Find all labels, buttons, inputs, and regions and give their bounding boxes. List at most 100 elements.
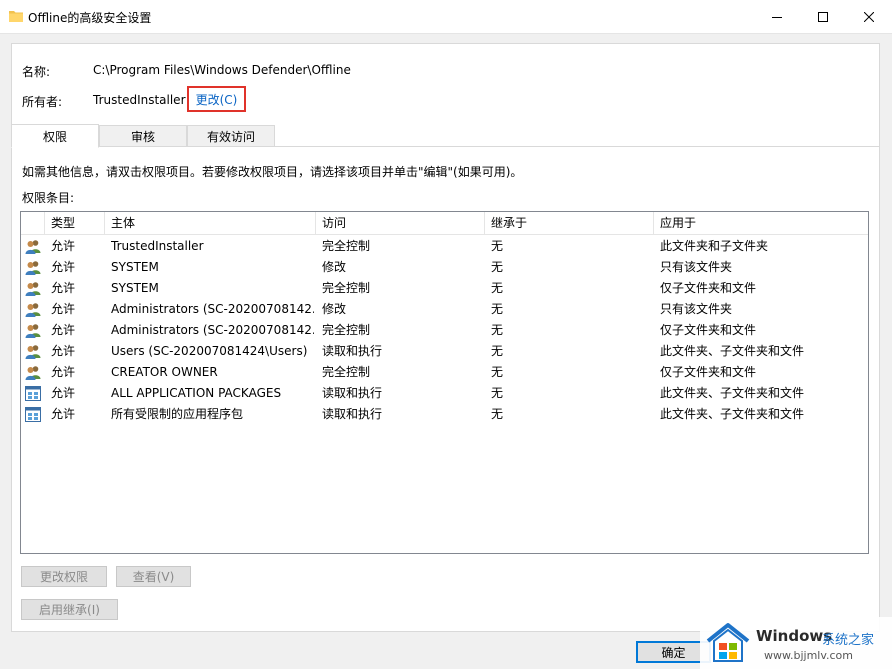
enable-inheritance-button[interactable]: 启用继承(I)	[21, 599, 118, 620]
permission-entries-list[interactable]: 类型 主体 访问 继承于 应用于 允许 TrustedInstaller 完全控制无…	[20, 211, 869, 554]
table-row[interactable]: 允许 Users (SC-202007081424\Users) 读取和执行 无 此文件…	[21, 341, 868, 362]
cell-applies-to: 仅子文件夹和文件	[660, 281, 757, 295]
cell-principal: 所有受限制的应用程序包	[111, 407, 244, 421]
cell-applies-to: 仅子文件夹和文件	[660, 323, 757, 337]
tab-label: 权限	[42, 129, 67, 144]
cell-principal: Administrators (SC-20200708142...	[111, 323, 314, 337]
cell-inherited-from: 无	[491, 407, 504, 421]
users-icon	[25, 239, 41, 254]
name-value: C:\Program Files\Windows Defender\Offlin…	[93, 63, 351, 77]
cell-type: 允许	[51, 281, 76, 295]
table-row[interactable]: 允许 SYSTEM 完全控制 无 仅子文件夹和文件	[21, 278, 868, 299]
watermark: Windows 系统之家 www.bjjmlv.com	[700, 617, 892, 669]
column-header-access[interactable]: 访问	[316, 212, 485, 235]
cell-applies-to: 只有该文件夹	[660, 260, 733, 274]
name-label: 名称:	[22, 65, 51, 79]
table-row[interactable]: 允许 SYSTEM 修改 无 只有该文件夹	[21, 257, 868, 278]
cell-type: 允许	[51, 323, 76, 337]
users-icon	[25, 323, 41, 338]
folder-icon	[9, 10, 23, 22]
tab-permissions[interactable]: 权限	[11, 124, 99, 148]
cell-inherited-from: 无	[491, 386, 504, 400]
close-icon	[864, 12, 874, 22]
column-header-icon	[21, 212, 45, 235]
column-header-type[interactable]: 类型	[45, 212, 105, 235]
column-header-principal[interactable]: 主体	[105, 212, 316, 235]
cell-principal: SYSTEM	[111, 281, 159, 295]
close-button[interactable]	[846, 0, 892, 34]
instruction-text: 如需其他信息，请双击权限项目。若要修改权限项目，请选择该项目并单击"编辑"(如果…	[22, 165, 523, 179]
table-row[interactable]: 允许 Administrators (SC-20200708142... 完全控制 无…	[21, 320, 868, 341]
cell-inherited-from: 无	[491, 260, 504, 274]
table-row[interactable]: 允许 所有受限制的应用程序包 读取和执行 无 此文件夹、子文件夹和文件	[21, 404, 868, 425]
users-icon	[25, 302, 41, 317]
watermark-brand: Windows	[756, 627, 833, 645]
change-permissions-button[interactable]: 更改权限	[21, 566, 107, 587]
cell-applies-to: 此文件夹、子文件夹和文件	[660, 344, 805, 358]
cell-inherited-from: 无	[491, 302, 504, 316]
table-row[interactable]: 允许 TrustedInstaller 完全控制 无 此文件夹和子文件夹	[21, 236, 868, 257]
cell-type: 允许	[51, 239, 76, 253]
cell-type: 允许	[51, 260, 76, 274]
table-row[interactable]: 允许 ALL APPLICATION PACKAGES 读取和执行 无 此文件夹、子文件…	[21, 383, 868, 404]
tab-effective-access[interactable]: 有效访问	[187, 125, 275, 147]
owner-label: 所有者:	[22, 95, 63, 109]
change-owner-link[interactable]: 更改(C)	[187, 86, 246, 112]
minimize-icon	[772, 12, 782, 22]
cell-applies-to: 只有该文件夹	[660, 302, 733, 316]
cell-principal: ALL APPLICATION PACKAGES	[111, 386, 282, 400]
list-header: 类型 主体 访问 继承于 应用于	[21, 212, 868, 235]
cell-inherited-from: 无	[491, 323, 504, 337]
users-icon	[25, 281, 41, 296]
maximize-button[interactable]	[800, 0, 846, 34]
cell-type: 允许	[51, 386, 76, 400]
cell-access: 读取和执行	[322, 386, 383, 400]
window-title: Offline的高级安全设置	[28, 11, 152, 25]
tab-auditing[interactable]: 审核	[99, 125, 187, 147]
title-bar: Offline的高级安全设置	[0, 0, 892, 34]
cell-access: 修改	[322, 302, 347, 316]
tab-label: 审核	[130, 129, 155, 144]
cell-principal: SYSTEM	[111, 260, 159, 274]
entries-label: 权限条目:	[22, 191, 75, 205]
maximize-icon	[818, 12, 828, 22]
tab-label: 有效访问	[206, 129, 255, 144]
cell-applies-to: 此文件夹、子文件夹和文件	[660, 386, 805, 400]
cell-inherited-from: 无	[491, 281, 504, 295]
cell-principal: CREATOR OWNER	[111, 365, 218, 379]
cell-principal: Administrators (SC-20200708142...	[111, 302, 314, 316]
cell-principal: TrustedInstaller	[111, 239, 204, 253]
cell-principal: Users (SC-202007081424\Users)	[111, 344, 308, 358]
cell-access: 读取和执行	[322, 407, 383, 421]
cell-applies-to: 此文件夹和子文件夹	[660, 239, 769, 253]
minimize-button[interactable]	[754, 0, 800, 34]
watermark-site: 系统之家	[822, 633, 875, 648]
column-header-applies-to[interactable]: 应用于	[654, 212, 868, 235]
table-row[interactable]: 允许 Administrators (SC-20200708142... 修改 无 只有…	[21, 299, 868, 320]
cell-inherited-from: 无	[491, 239, 504, 253]
cell-type: 允许	[51, 302, 76, 316]
cell-type: 允许	[51, 365, 76, 379]
table-row[interactable]: 允许 CREATOR OWNER 完全控制 无 仅子文件夹和文件	[21, 362, 868, 383]
cell-inherited-from: 无	[491, 344, 504, 358]
cell-type: 允许	[51, 407, 76, 421]
cell-access: 完全控制	[322, 239, 371, 253]
column-header-inherited-from[interactable]: 继承于	[485, 212, 654, 235]
watermark-url: www.bjjmlv.com	[764, 649, 853, 662]
view-button[interactable]: 查看(V)	[116, 566, 191, 587]
cell-access: 完全控制	[322, 281, 371, 295]
users-icon	[25, 260, 41, 275]
app-package-icon	[25, 407, 41, 422]
cell-inherited-from: 无	[491, 365, 504, 379]
owner-value: TrustedInstaller	[93, 93, 186, 107]
cell-access: 完全控制	[322, 323, 371, 337]
cell-type: 允许	[51, 344, 76, 358]
users-icon	[25, 365, 41, 380]
cell-applies-to: 仅子文件夹和文件	[660, 365, 757, 379]
house-logo-icon	[702, 619, 754, 669]
cell-access: 读取和执行	[322, 344, 383, 358]
app-package-icon	[25, 386, 41, 401]
cell-access: 完全控制	[322, 365, 371, 379]
users-icon	[25, 344, 41, 359]
cell-applies-to: 此文件夹、子文件夹和文件	[660, 407, 805, 421]
